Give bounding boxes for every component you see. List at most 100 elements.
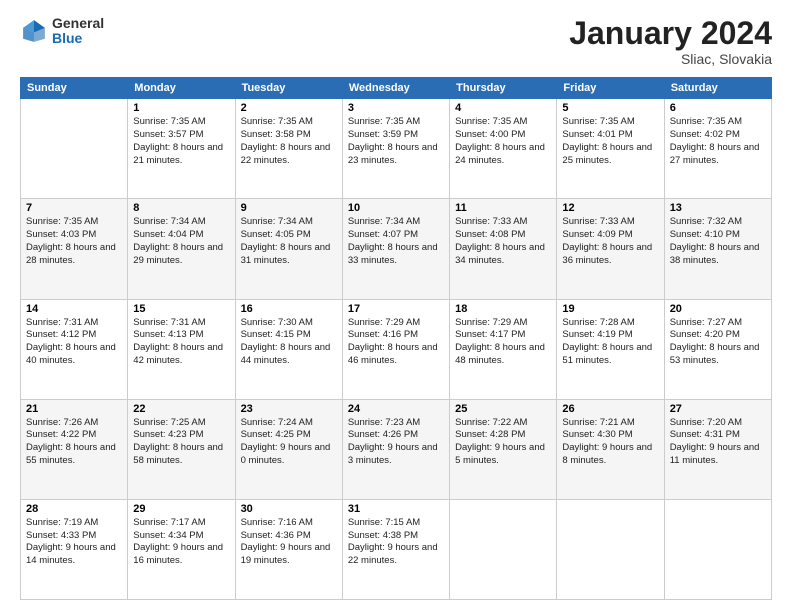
calendar-cell xyxy=(450,499,557,599)
calendar-cell: 7Sunrise: 7:35 AMSunset: 4:03 PMDaylight… xyxy=(21,199,128,299)
day-detail: Sunrise: 7:31 AMSunset: 4:13 PMDaylight:… xyxy=(133,317,229,368)
day-number: 26 xyxy=(562,403,658,415)
calendar-cell: 18Sunrise: 7:29 AMSunset: 4:17 PMDayligh… xyxy=(450,299,557,399)
day-detail: Sunrise: 7:20 AMSunset: 4:31 PMDaylight:… xyxy=(670,417,766,468)
calendar-header-wednesday: Wednesday xyxy=(342,78,449,99)
day-detail: Sunrise: 7:27 AMSunset: 4:20 PMDaylight:… xyxy=(670,317,766,368)
calendar-header-tuesday: Tuesday xyxy=(235,78,342,99)
day-number: 16 xyxy=(241,303,337,315)
day-detail: Sunrise: 7:29 AMSunset: 4:16 PMDaylight:… xyxy=(348,317,444,368)
day-detail: Sunrise: 7:19 AMSunset: 4:33 PMDaylight:… xyxy=(26,517,122,568)
calendar-cell: 30Sunrise: 7:16 AMSunset: 4:36 PMDayligh… xyxy=(235,499,342,599)
calendar-cell: 2 Sunrise: 7:35 AMSunset: 3:58 PMDaylight… xyxy=(235,99,342,199)
calendar-week-0: 1Sunrise: 7:35 AMSunset: 3:57 PMDaylight… xyxy=(21,99,772,199)
day-detail: Sunrise: 7:35 AMSunset: 4:01 PMDaylight:… xyxy=(562,116,658,167)
calendar-cell: 5 Sunrise: 7:35 AMSunset: 4:01 PMDaylight… xyxy=(557,99,664,199)
calendar-cell: 31 Sunrise: 7:15 AMSunset: 4:38 PMDayligh… xyxy=(342,499,449,599)
day-detail: Sunrise: 7:35 AMSunset: 4:03 PMDaylight:… xyxy=(26,216,122,267)
day-detail: Sunrise: 7:34 AMSunset: 4:07 PMDaylight:… xyxy=(348,216,444,267)
calendar-header-row: SundayMondayTuesdayWednesdayThursdayFrid… xyxy=(21,78,772,99)
calendar-header-monday: Monday xyxy=(128,78,235,99)
day-number: 31 xyxy=(348,503,444,515)
day-detail: Sunrise: 7:22 AMSunset: 4:28 PMDaylight:… xyxy=(455,417,551,468)
day-detail: Sunrise: 7:16 AMSunset: 4:36 PMDaylight:… xyxy=(241,517,337,568)
day-detail: Sunrise: 7:35 AMSunset: 4:02 PMDaylight:… xyxy=(670,116,766,167)
logo-general-text: General xyxy=(52,16,104,31)
day-number: 6 xyxy=(670,102,766,114)
day-detail: Sunrise: 7:25 AMSunset: 4:23 PMDaylight:… xyxy=(133,417,229,468)
calendar-cell: 20 Sunrise: 7:27 AMSunset: 4:20 PMDayligh… xyxy=(664,299,771,399)
day-number: 4 xyxy=(455,102,551,114)
day-number: 2 xyxy=(241,102,337,114)
day-detail: Sunrise: 7:34 AMSunset: 4:04 PMDaylight:… xyxy=(133,216,229,267)
calendar-week-4: 28 Sunrise: 7:19 AMSunset: 4:33 PMDayligh… xyxy=(21,499,772,599)
day-number: 27 xyxy=(670,403,766,415)
logo-text: General Blue xyxy=(52,16,104,47)
day-detail: Sunrise: 7:35 AMSunset: 3:57 PMDaylight:… xyxy=(133,116,229,167)
calendar-table: SundayMondayTuesdayWednesdayThursdayFrid… xyxy=(20,77,772,600)
calendar-cell: 22 Sunrise: 7:25 AMSunset: 4:23 PMDayligh… xyxy=(128,399,235,499)
day-number: 17 xyxy=(348,303,444,315)
header: General Blue January 2024 Sliac, Slovaki… xyxy=(20,16,772,67)
day-number: 15 xyxy=(133,303,229,315)
calendar-cell xyxy=(664,499,771,599)
day-number: 23 xyxy=(241,403,337,415)
calendar-header-thursday: Thursday xyxy=(450,78,557,99)
calendar-header-friday: Friday xyxy=(557,78,664,99)
day-number: 10 xyxy=(348,202,444,214)
calendar-cell: 17 Sunrise: 7:29 AMSunset: 4:16 PMDayligh… xyxy=(342,299,449,399)
month-title: January 2024 xyxy=(569,16,772,51)
day-detail: Sunrise: 7:30 AMSunset: 4:15 PMDaylight:… xyxy=(241,317,337,368)
day-number: 8 xyxy=(133,202,229,214)
day-detail: Sunrise: 7:31 AMSunset: 4:12 PMDaylight:… xyxy=(26,317,122,368)
calendar-cell: 11 Sunrise: 7:33 AMSunset: 4:08 PMDayligh… xyxy=(450,199,557,299)
day-number: 21 xyxy=(26,403,122,415)
day-detail: Sunrise: 7:33 AMSunset: 4:08 PMDaylight:… xyxy=(455,216,551,267)
logo: General Blue xyxy=(20,16,104,47)
calendar-week-3: 21 Sunrise: 7:26 AMSunset: 4:22 PMDayligh… xyxy=(21,399,772,499)
day-number: 9 xyxy=(241,202,337,214)
calendar-cell: 3Sunrise: 7:35 AMSunset: 3:59 PMDaylight… xyxy=(342,99,449,199)
calendar-cell: 4 Sunrise: 7:35 AMSunset: 4:00 PMDaylight… xyxy=(450,99,557,199)
calendar-cell: 13 Sunrise: 7:32 AMSunset: 4:10 PMDayligh… xyxy=(664,199,771,299)
day-detail: Sunrise: 7:28 AMSunset: 4:19 PMDaylight:… xyxy=(562,317,658,368)
day-detail: Sunrise: 7:21 AMSunset: 4:30 PMDaylight:… xyxy=(562,417,658,468)
day-detail: Sunrise: 7:32 AMSunset: 4:10 PMDaylight:… xyxy=(670,216,766,267)
location: Sliac, Slovakia xyxy=(569,51,772,67)
day-detail: Sunrise: 7:23 AMSunset: 4:26 PMDaylight:… xyxy=(348,417,444,468)
calendar-cell: 21 Sunrise: 7:26 AMSunset: 4:22 PMDayligh… xyxy=(21,399,128,499)
day-number: 29 xyxy=(133,503,229,515)
day-number: 28 xyxy=(26,503,122,515)
calendar-week-1: 7Sunrise: 7:35 AMSunset: 4:03 PMDaylight… xyxy=(21,199,772,299)
day-detail: Sunrise: 7:34 AMSunset: 4:05 PMDaylight:… xyxy=(241,216,337,267)
day-detail: Sunrise: 7:15 AMSunset: 4:38 PMDaylight:… xyxy=(348,517,444,568)
day-number: 12 xyxy=(562,202,658,214)
calendar-header-sunday: Sunday xyxy=(21,78,128,99)
day-number: 14 xyxy=(26,303,122,315)
calendar-cell: 25Sunrise: 7:22 AMSunset: 4:28 PMDayligh… xyxy=(450,399,557,499)
calendar-cell: 6 Sunrise: 7:35 AMSunset: 4:02 PMDaylight… xyxy=(664,99,771,199)
calendar-cell: 24Sunrise: 7:23 AMSunset: 4:26 PMDayligh… xyxy=(342,399,449,499)
calendar-cell: 1Sunrise: 7:35 AMSunset: 3:57 PMDaylight… xyxy=(128,99,235,199)
calendar-cell: 15 Sunrise: 7:31 AMSunset: 4:13 PMDayligh… xyxy=(128,299,235,399)
day-detail: Sunrise: 7:35 AMSunset: 3:58 PMDaylight:… xyxy=(241,116,337,167)
calendar-cell: 19 Sunrise: 7:28 AMSunset: 4:19 PMDayligh… xyxy=(557,299,664,399)
calendar-cell: 26 Sunrise: 7:21 AMSunset: 4:30 PMDayligh… xyxy=(557,399,664,499)
calendar-cell: 8 Sunrise: 7:34 AMSunset: 4:04 PMDaylight… xyxy=(128,199,235,299)
calendar-cell: 12Sunrise: 7:33 AMSunset: 4:09 PMDayligh… xyxy=(557,199,664,299)
calendar-header-saturday: Saturday xyxy=(664,78,771,99)
calendar-cell: 29Sunrise: 7:17 AMSunset: 4:34 PMDayligh… xyxy=(128,499,235,599)
day-number: 11 xyxy=(455,202,551,214)
day-detail: Sunrise: 7:26 AMSunset: 4:22 PMDaylight:… xyxy=(26,417,122,468)
calendar-cell: 14 Sunrise: 7:31 AMSunset: 4:12 PMDayligh… xyxy=(21,299,128,399)
day-number: 20 xyxy=(670,303,766,315)
day-number: 13 xyxy=(670,202,766,214)
day-number: 19 xyxy=(562,303,658,315)
calendar-cell: 27 Sunrise: 7:20 AMSunset: 4:31 PMDayligh… xyxy=(664,399,771,499)
day-detail: Sunrise: 7:35 AMSunset: 4:00 PMDaylight:… xyxy=(455,116,551,167)
day-number: 18 xyxy=(455,303,551,315)
calendar-cell: 16 Sunrise: 7:30 AMSunset: 4:15 PMDayligh… xyxy=(235,299,342,399)
day-number: 22 xyxy=(133,403,229,415)
day-number: 5 xyxy=(562,102,658,114)
calendar-cell: 10 Sunrise: 7:34 AMSunset: 4:07 PMDayligh… xyxy=(342,199,449,299)
